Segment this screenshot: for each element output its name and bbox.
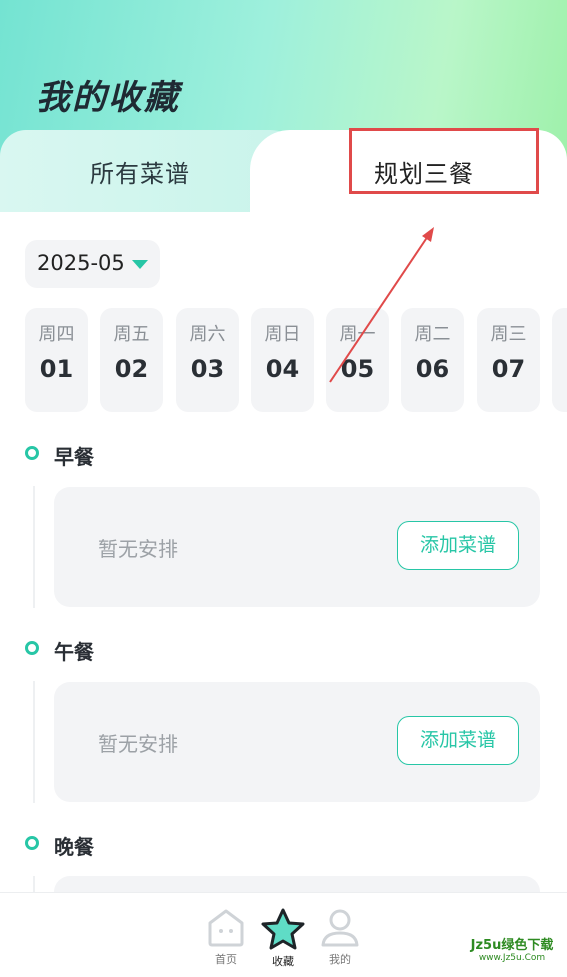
day-card[interactable]: 周四 01 [25, 308, 88, 412]
day-date: 02 [114, 355, 149, 383]
day-date: 07 [491, 355, 526, 383]
day-card[interactable]: 周五 02 [100, 308, 163, 412]
star-icon [261, 908, 305, 950]
lunch-card: 暂无安排 添加菜谱 [54, 682, 540, 802]
day-date: 03 [190, 355, 225, 383]
tab-favorites-label: 收藏 [272, 955, 294, 968]
day-card-partial[interactable] [552, 308, 567, 412]
lunch-empty-text: 暂无安排 [98, 732, 178, 756]
profile-icon [321, 909, 359, 947]
dinner-title: 晚餐 [54, 835, 94, 859]
lunch-dot-icon [25, 641, 39, 655]
tab-profile-label: 我的 [329, 953, 351, 966]
lunch-timeline [33, 681, 35, 803]
dinner-card [54, 876, 540, 892]
home-icon [208, 909, 244, 947]
watermark-bottom: www.Jz5u.Com [478, 953, 546, 963]
tab-home[interactable]: 首页 [200, 907, 252, 969]
lunch-title: 午餐 [54, 640, 94, 664]
day-card[interactable]: 周二 06 [401, 308, 464, 412]
breakfast-title: 早餐 [54, 445, 94, 469]
breakfast-timeline [33, 486, 35, 608]
tab-profile[interactable]: 我的 [314, 907, 366, 969]
day-weekday: 周日 [264, 324, 301, 345]
watermark-top: Jz5u绿色下载 [470, 938, 554, 953]
day-weekday: 周五 [113, 324, 150, 345]
day-card[interactable]: 周六 03 [176, 308, 239, 412]
dinner-dot-icon [25, 836, 39, 850]
month-picker[interactable]: 2025-05 [25, 240, 160, 288]
day-weekday: 周四 [38, 324, 75, 345]
tab-favorites[interactable]: 收藏 [257, 907, 309, 969]
day-weekday: 周二 [414, 324, 451, 345]
day-weekday: 周六 [189, 324, 226, 345]
breakfast-dot-icon [25, 446, 39, 460]
watermark: Jz5u绿色下载 www.Jz5u.Com [462, 934, 562, 970]
day-date: 05 [340, 355, 375, 383]
day-weekday: 周三 [490, 324, 527, 345]
tab-all-recipes-label[interactable]: 所有菜谱 [90, 154, 190, 189]
month-value: 2025-05 [37, 251, 125, 275]
day-weekday: 周一 [339, 324, 376, 345]
day-date: 01 [39, 355, 74, 383]
highlight-box [349, 128, 539, 194]
day-date: 04 [265, 355, 300, 383]
caret-down-icon [132, 260, 148, 269]
day-card[interactable]: 周三 07 [477, 308, 540, 412]
page-title: 我的收藏 [36, 78, 180, 118]
lunch-add-recipe-button[interactable]: 添加菜谱 [397, 716, 519, 765]
breakfast-card: 暂无安排 添加菜谱 [54, 487, 540, 607]
breakfast-empty-text: 暂无安排 [98, 537, 178, 561]
breakfast-add-recipe-button[interactable]: 添加菜谱 [397, 521, 519, 570]
tab-home-label: 首页 [215, 953, 237, 966]
day-card[interactable]: 周一 05 [326, 308, 389, 412]
day-card[interactable]: 周日 04 [251, 308, 314, 412]
day-date: 06 [415, 355, 450, 383]
